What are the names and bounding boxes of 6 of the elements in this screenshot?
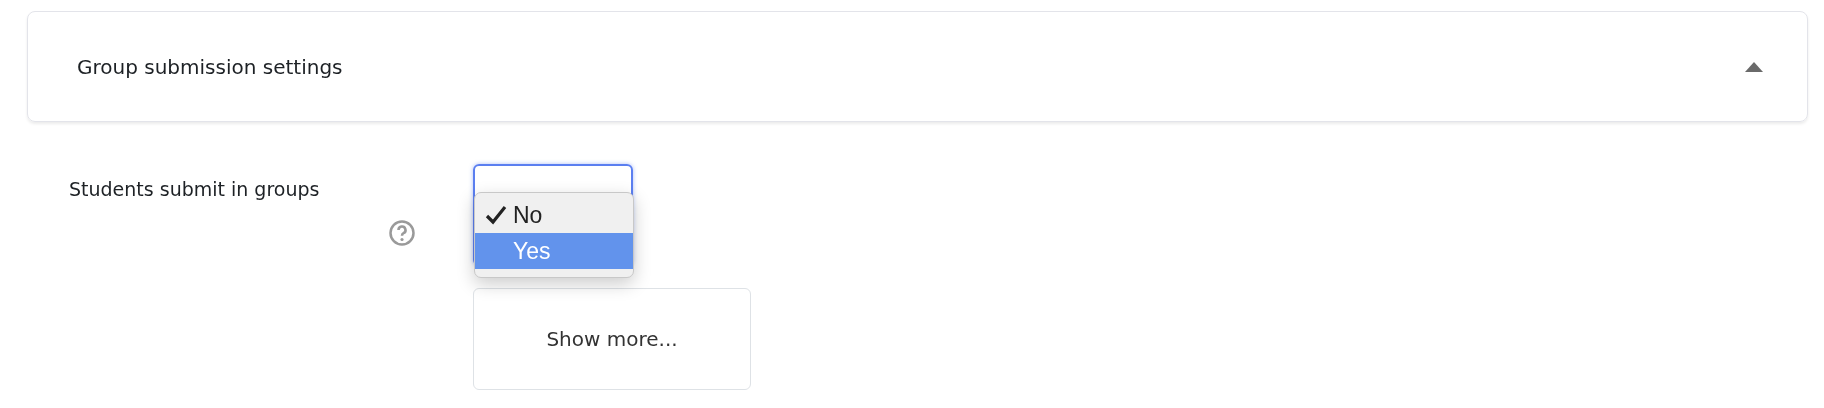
collapse-icon[interactable] — [1745, 61, 1763, 72]
section-title: Group submission settings — [77, 54, 343, 79]
show-more-button[interactable]: Show more... — [473, 288, 751, 390]
help-icon[interactable] — [389, 220, 415, 246]
field-label: Students submit in groups — [69, 178, 320, 200]
dropdown-option[interactable]: No — [475, 197, 633, 233]
